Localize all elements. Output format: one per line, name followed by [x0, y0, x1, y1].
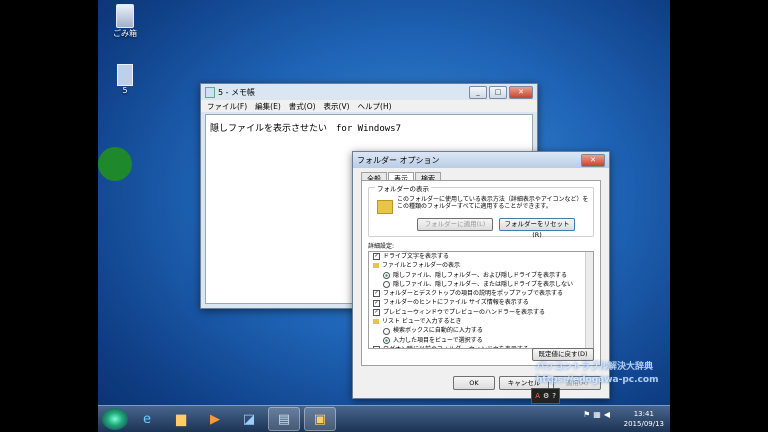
advanced-setting-row[interactable]: ✓ ドライブ文字を表示する — [369, 252, 593, 261]
advanced-setting-row[interactable]: ✓ プレビューウィンドウでプレビューのハンドラーを表示する — [369, 308, 593, 317]
advanced-setting-row[interactable]: 隠しファイル、隠しフォルダー、および隠しドライブを表示する — [369, 271, 593, 280]
start-button[interactable] — [102, 408, 128, 430]
advanced-setting-row[interactable]: リスト ビューで入力するとき — [369, 317, 593, 326]
ime-help-icon: ? — [552, 392, 556, 400]
taskbar-media-player[interactable]: ▶ — [200, 408, 230, 430]
advanced-setting-row[interactable]: 入力した項目をビューで選択する — [369, 336, 593, 345]
notepad-title: 5 - メモ帳 — [218, 87, 256, 97]
dialog-title: フォルダー オプション — [357, 155, 440, 165]
volume-icon[interactable]: ◀ — [604, 410, 610, 419]
dialog-close-button[interactable]: ✕ — [581, 153, 605, 167]
apply-to-folders-button[interactable]: フォルダーに適用(L) — [417, 218, 493, 231]
menu-edit[interactable]: 編集(E) — [255, 101, 281, 112]
advanced-settings-list[interactable]: ✓ ドライブ文字を表示する ファイルとフォルダーの表示 隠しファイル、隠しフォルダー、… — [368, 251, 594, 349]
cursor-highlight — [98, 147, 132, 181]
advanced-setting-label: 検索ボックスに自動的に入力する — [393, 327, 483, 335]
folder-icon: ▆ — [176, 411, 186, 427]
close-button[interactable]: ✕ — [509, 85, 533, 99]
maximize-button[interactable]: □ — [489, 85, 507, 99]
folder-options-icon: ▣ — [313, 411, 327, 427]
restore-defaults-button[interactable]: 既定値に戻す(D) — [532, 348, 594, 361]
advanced-setting-row[interactable]: 隠しファイル、隠しフォルダー、または隠しドライブを表示しない — [369, 280, 593, 289]
ime-mode-icon: A — [535, 392, 540, 400]
watermark-title: パソコントラブル解決大辞典 — [536, 362, 654, 372]
minimize-button[interactable]: _ — [469, 85, 487, 99]
checkbox[interactable]: ✓ — [373, 308, 380, 316]
notepad-titlebar[interactable]: 5 - メモ帳 _ □ ✕ — [201, 84, 537, 100]
notepad-content: 隠しファイルを表示させたい for Windows7 — [210, 124, 402, 134]
advanced-setting-label: ファイルとフォルダーの表示 — [382, 262, 461, 270]
advanced-setting-label: 隠しファイル、隠しフォルダー、または隠しドライブを表示しない — [393, 280, 573, 288]
menu-help[interactable]: ヘルプ(H) — [358, 101, 392, 112]
checkbox[interactable]: ✓ — [373, 290, 380, 298]
taskbar-ie[interactable]: e — [132, 408, 162, 430]
system-tray: ⚑ ▦ ◀ — [583, 410, 610, 419]
folder-icon — [373, 263, 379, 269]
advanced-setting-label: フォルダーのヒントにファイル サイズ情報を表示する — [383, 299, 529, 307]
taskbar-app-1[interactable]: ◪ — [234, 408, 264, 430]
taskbar-notepad[interactable]: ▤ — [268, 407, 300, 431]
advanced-setting-label: 隠しファイル、隠しフォルダー、および隠しドライブを表示する — [393, 271, 567, 279]
dialog-titlebar[interactable]: フォルダー オプション ✕ — [353, 152, 609, 168]
desktop-file-label: 5 — [122, 86, 128, 95]
advanced-settings-scrollbar[interactable] — [585, 252, 593, 348]
advanced-setting-row[interactable]: ✓ フォルダーとデスクトップの項目の説明をポップアップで表示する — [369, 289, 593, 298]
folder-view-description: このフォルダーに使用している表示方法（詳細表示やアイコンなど）をこの種類のフォル… — [397, 196, 589, 210]
watermark: パソコントラブル解決大辞典 https://edogawa-pc.com — [536, 361, 676, 387]
clock-time: 13:41 — [633, 410, 654, 418]
reset-folders-button[interactable]: フォルダーをリセット(R) — [499, 218, 575, 239]
folder-view-group: フォルダーの表示 このフォルダーに使用している表示方法（詳細表示やアイコンなど）… — [368, 183, 594, 239]
notepad-menubar: ファイル(F) 編集(E) 書式(O) 表示(V) ヘルプ(H) — [201, 100, 537, 112]
advanced-setting-row[interactable]: 検索ボックスに自動的に入力する — [369, 326, 593, 335]
checkbox[interactable]: ✓ — [373, 253, 380, 261]
watermark-url: https://edogawa-pc.com — [536, 375, 659, 385]
ie-icon: e — [143, 411, 151, 427]
folder-icon — [373, 319, 379, 325]
notepad-icon: ▤ — [277, 411, 291, 427]
media-player-icon: ▶ — [210, 411, 220, 427]
view-tab-panel: フォルダーの表示 このフォルダーに使用している表示方法（詳細表示やアイコンなど）… — [361, 180, 601, 366]
app-icon: ◪ — [242, 411, 256, 427]
radio-button[interactable] — [383, 271, 390, 279]
clock-date: 2015/09/13 — [623, 420, 664, 428]
advanced-setting-label: プレビューウィンドウでプレビューのハンドラーを表示する — [383, 308, 546, 316]
ime-settings-icon: ⚙ — [543, 392, 550, 400]
menu-format[interactable]: 書式(O) — [289, 101, 316, 112]
advanced-settings-rows: ✓ ドライブ文字を表示する ファイルとフォルダーの表示 隠しファイル、隠しフォルダー、… — [369, 252, 593, 348]
ok-button[interactable]: OK — [453, 376, 495, 390]
radio-button[interactable] — [383, 327, 390, 335]
menu-view[interactable]: 表示(V) — [324, 101, 350, 112]
advanced-settings-label: 詳細設定: — [368, 243, 395, 250]
recycle-bin-label: ごみ箱 — [113, 29, 137, 38]
ime-bar[interactable]: A ⚙ ? — [531, 388, 560, 404]
clock[interactable]: 13:41 2015/09/13 — [624, 409, 664, 429]
recycle-bin-icon — [116, 4, 134, 28]
folder-view-group-title: フォルダーの表示 — [375, 183, 431, 193]
notepad-app-icon — [205, 86, 215, 98]
radio-button[interactable] — [383, 281, 390, 289]
text-file-icon — [117, 64, 133, 86]
desktop-file-5[interactable]: 5 — [100, 64, 150, 95]
checkbox[interactable]: ✓ — [373, 299, 380, 307]
menu-file[interactable]: ファイル(F) — [207, 101, 247, 112]
folder-view-icon — [377, 200, 393, 214]
advanced-setting-label: フォルダーとデスクトップの項目の説明をポップアップで表示する — [383, 290, 564, 298]
checkbox[interactable] — [373, 346, 380, 348]
advanced-setting-label: ドライブ文字を表示する — [383, 253, 450, 260]
taskbar: e ▆ ▶ ◪ ▤ ▣ A ⚙ ? ⚑ ▦ ◀ 13:41 2015/09/13 — [98, 388, 670, 432]
network-icon[interactable]: ▦ — [593, 410, 601, 419]
advanced-setting-row[interactable]: ✓ フォルダーのヒントにファイル サイズ情報を表示する — [369, 298, 593, 307]
advanced-setting-row[interactable]: ファイルとフォルダーの表示 — [369, 261, 593, 270]
flag-icon[interactable]: ⚑ — [583, 410, 590, 419]
taskbar-explorer[interactable]: ▆ — [166, 408, 196, 430]
advanced-setting-label: ログオン時に以前のフォルダー ウィンドウを表示する — [383, 345, 529, 348]
radio-button[interactable] — [383, 336, 390, 344]
left-letterbox — [0, 0, 98, 432]
recycle-bin[interactable]: ごみ箱 — [100, 4, 150, 39]
advanced-setting-label: リスト ビューで入力するとき — [382, 318, 462, 326]
taskbar-folder-options[interactable]: ▣ — [304, 407, 336, 431]
advanced-setting-label: 入力した項目をビューで選択する — [393, 336, 483, 344]
right-letterbox — [670, 0, 768, 432]
